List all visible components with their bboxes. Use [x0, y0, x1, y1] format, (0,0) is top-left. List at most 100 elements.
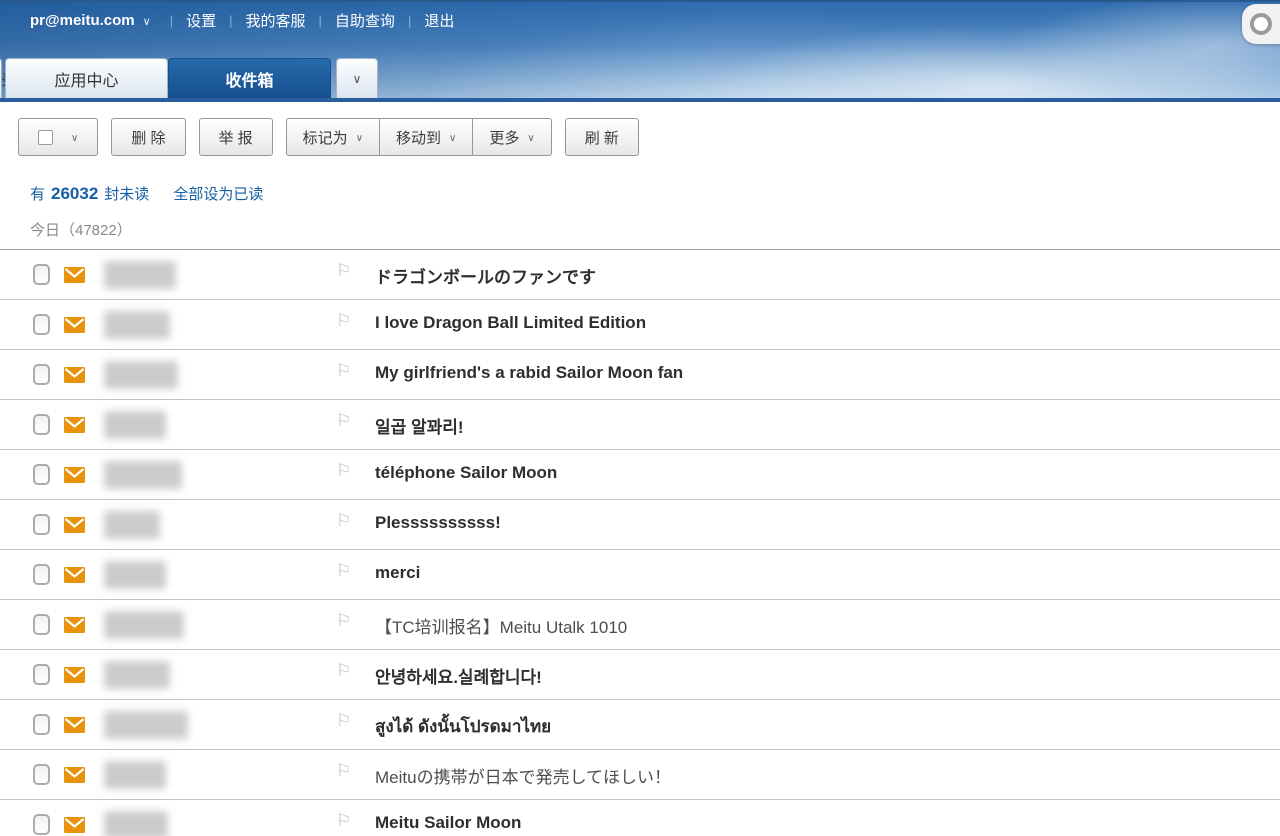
unread-count: 26032 — [51, 184, 98, 204]
flag-icon[interactable]: ⚐ — [336, 761, 351, 781]
tab-list-chevron-down-icon[interactable]: ∨ — [336, 58, 378, 98]
sender-name-blurred — [104, 411, 166, 439]
more-button[interactable]: 更多 ∨ — [472, 118, 551, 156]
email-row[interactable]: ⚐ Meitu Sailor Moon — [0, 800, 1280, 836]
floating-widget[interactable] — [1242, 4, 1280, 44]
email-subject[interactable]: Meituの携帯が日本で発売してほしい！ — [375, 763, 671, 788]
email-subject[interactable]: I love Dragon Ball Limited Edition — [375, 313, 646, 333]
separator: | — [170, 13, 173, 28]
sender-name-blurred — [104, 661, 170, 689]
flag-icon[interactable]: ⚐ — [336, 261, 351, 281]
email-row[interactable]: ⚐ merci — [0, 550, 1280, 600]
sender-name-blurred — [104, 761, 166, 789]
select-all-button[interactable]: ∨ — [18, 118, 98, 156]
toolbar-button-group: 标记为 ∨ 移动到 ∨ 更多 ∨ — [286, 118, 552, 156]
email-subject[interactable]: Plessssssssss! — [375, 513, 501, 533]
unread-envelope-icon — [64, 667, 85, 683]
email-row[interactable]: ⚐ I love Dragon Ball Limited Edition — [0, 300, 1280, 350]
email-row[interactable]: ⚐ Meituの携帯が日本で発売してほしい！ — [0, 750, 1280, 800]
tab-inbox-active[interactable]: 收件箱 — [168, 58, 331, 98]
email-row[interactable]: ⚐ ドラゴンボールのファンです — [0, 250, 1280, 300]
toolbar: ∨ 删 除 举 报 标记为 ∨ 移动到 ∨ 更多 ∨ 刷 新 — [18, 118, 1280, 156]
sender-name-blurred — [104, 711, 188, 739]
email-subject[interactable]: สูงได้ ดังนั้นโปรดมาไทย — [375, 713, 551, 740]
flag-icon[interactable]: ⚐ — [336, 561, 351, 581]
email-checkbox[interactable] — [33, 464, 50, 485]
email-checkbox[interactable] — [33, 264, 50, 285]
status-prefix: 有 — [30, 183, 45, 204]
nav-logout[interactable]: 退出 — [424, 10, 454, 31]
unread-envelope-icon — [64, 367, 85, 383]
email-checkbox[interactable] — [33, 564, 50, 585]
email-subject[interactable]: My girlfriend's a rabid Sailor Moon fan — [375, 363, 683, 383]
email-subject[interactable]: 【TC培训报名】Meitu Utalk 1010 — [375, 613, 627, 638]
flag-icon[interactable]: ⚐ — [336, 811, 351, 831]
email-subject[interactable]: Meitu Sailor Moon — [375, 813, 521, 833]
separator: | — [229, 13, 232, 28]
unread-envelope-icon — [64, 417, 85, 433]
flag-icon[interactable]: ⚐ — [336, 661, 351, 681]
nav-self-query[interactable]: 自助查询 — [335, 10, 395, 31]
email-row[interactable]: ⚐ 【TC培训报名】Meitu Utalk 1010 — [0, 600, 1280, 650]
email-checkbox[interactable] — [33, 814, 50, 835]
today-group-header: 今日（47822） — [30, 219, 1280, 240]
header: pr@meitu.com ∨ | 设置 | 我的客服 | 自助查询 | 退出 录… — [0, 0, 1280, 102]
delete-button[interactable]: 删 除 — [111, 118, 185, 156]
email-subject[interactable]: merci — [375, 563, 420, 583]
email-row[interactable]: ⚐ téléphone Sailor Moon — [0, 450, 1280, 500]
email-subject[interactable]: 안녕하세요.실례합니다! — [375, 663, 542, 688]
unread-envelope-icon — [64, 267, 85, 283]
mark-as-button[interactable]: 标记为 ∨ — [286, 118, 380, 156]
sender-name-blurred — [104, 511, 160, 539]
status-suffix: 封未读 — [104, 183, 149, 204]
account-bar: pr@meitu.com ∨ | 设置 | 我的客服 | 自助查询 | 退出 — [30, 10, 454, 31]
tab-contacts-partial[interactable]: 录 — [0, 58, 2, 98]
sender-name-blurred — [104, 311, 170, 339]
email-row[interactable]: ⚐ My girlfriend's a rabid Sailor Moon fan — [0, 350, 1280, 400]
email-row[interactable]: ⚐ สูงได้ ดังนั้นโปรดมาไทย — [0, 700, 1280, 750]
account-chevron-down-icon[interactable]: ∨ — [143, 15, 151, 28]
email-checkbox[interactable] — [33, 764, 50, 785]
email-row[interactable]: ⚐ 안녕하세요.실례합니다! — [0, 650, 1280, 700]
email-subject[interactable]: téléphone Sailor Moon — [375, 463, 557, 483]
sender-name-blurred — [104, 261, 176, 289]
flag-icon[interactable]: ⚐ — [336, 611, 351, 631]
email-checkbox[interactable] — [33, 514, 50, 535]
flag-icon[interactable]: ⚐ — [336, 461, 351, 481]
unread-envelope-icon — [64, 567, 85, 583]
sender-name-blurred — [104, 361, 178, 389]
email-subject[interactable]: ドラゴンボールのファンです — [375, 263, 596, 288]
email-checkbox[interactable] — [33, 314, 50, 335]
email-row[interactable]: ⚐ Plessssssssss! — [0, 500, 1280, 550]
chevron-down-icon: ∨ — [449, 133, 456, 144]
unread-envelope-icon — [64, 317, 85, 333]
nav-my-service[interactable]: 我的客服 — [246, 10, 306, 31]
sender-name-blurred — [104, 611, 184, 639]
report-button[interactable]: 举 报 — [199, 118, 273, 156]
email-checkbox[interactable] — [33, 714, 50, 735]
mark-all-read-link[interactable]: 全部设为已读 — [173, 183, 263, 204]
refresh-button[interactable]: 刷 新 — [565, 118, 639, 156]
unread-envelope-icon — [64, 817, 85, 833]
tab-app-center[interactable]: 应用中心 — [5, 58, 168, 98]
email-checkbox[interactable] — [33, 414, 50, 435]
flag-icon[interactable]: ⚐ — [336, 311, 351, 331]
chevron-down-icon: ∨ — [527, 133, 534, 144]
email-checkbox[interactable] — [33, 664, 50, 685]
email-subject[interactable]: 일곱 알꽈리! — [375, 413, 464, 438]
flag-icon[interactable]: ⚐ — [336, 511, 351, 531]
sender-name-blurred — [104, 811, 168, 836]
email-checkbox[interactable] — [33, 614, 50, 635]
email-row[interactable]: ⚐ 일곱 알꽈리! — [0, 400, 1280, 450]
flag-icon[interactable]: ⚐ — [336, 711, 351, 731]
select-all-checkbox[interactable] — [38, 130, 53, 145]
nav-settings[interactable]: 设置 — [186, 10, 216, 31]
move-to-button[interactable]: 移动到 ∨ — [379, 118, 473, 156]
email-checkbox[interactable] — [33, 364, 50, 385]
unread-envelope-icon — [64, 767, 85, 783]
flag-icon[interactable]: ⚐ — [336, 411, 351, 431]
flag-icon[interactable]: ⚐ — [336, 361, 351, 381]
separator: | — [319, 13, 322, 28]
account-email[interactable]: pr@meitu.com — [30, 12, 135, 29]
chevron-down-icon: ∨ — [71, 133, 78, 144]
